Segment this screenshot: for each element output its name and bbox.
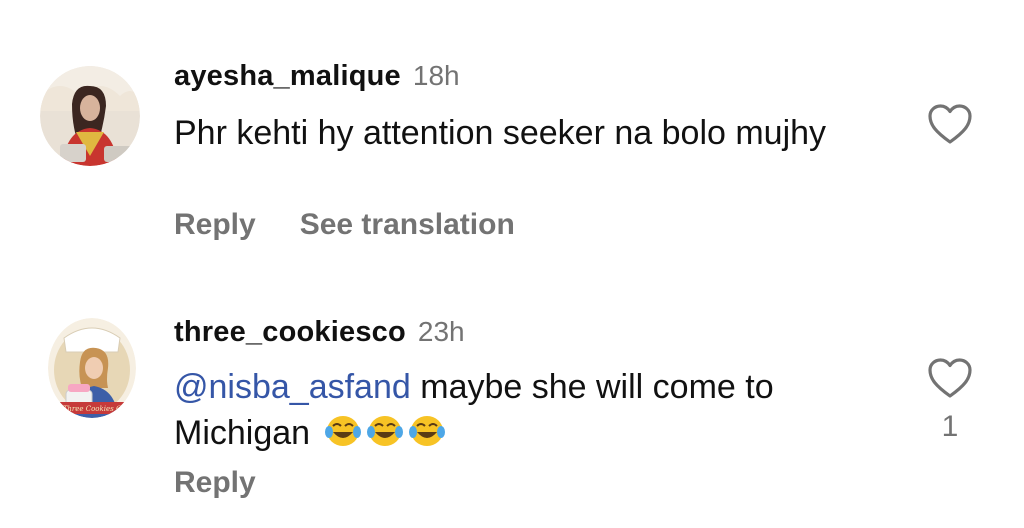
heart-outline-icon[interactable] xyxy=(926,356,974,400)
face-with-tears-of-joy-icon xyxy=(408,414,446,448)
heart-outline-icon[interactable] xyxy=(926,102,974,146)
timestamp: 18h xyxy=(412,60,460,91)
comment-header: ayesha_malique 18h xyxy=(174,60,460,93)
avatar-logo-text: Three Cookies C xyxy=(63,405,122,413)
username[interactable]: ayesha_malique xyxy=(174,60,401,93)
username[interactable]: three_cookiesco xyxy=(174,316,406,349)
comment-item: Three Cookies C three_cookiesco 23h @nis… xyxy=(0,270,1024,528)
comment-text: Phr kehti hy attention seeker na bolo mu… xyxy=(174,110,874,156)
comment-item: ayesha_malique 18h Phr kehti hy attentio… xyxy=(0,0,1024,270)
avatar-photo xyxy=(40,66,140,166)
comment-text: @nisba_asfand maybe she will come to Mic… xyxy=(174,364,874,456)
avatar-photo: Three Cookies C xyxy=(48,318,136,418)
face-with-tears-of-joy-icon xyxy=(366,414,404,448)
timestamp: 23h xyxy=(417,316,465,347)
comment-actions: Reply xyxy=(174,466,256,500)
mention-link[interactable]: @nisba_asfand xyxy=(174,368,411,406)
comment-actions: Reply See translation xyxy=(174,208,515,242)
avatar[interactable]: Three Cookies C xyxy=(48,318,136,418)
see-translation-button[interactable]: See translation xyxy=(300,208,515,242)
reply-button[interactable]: Reply xyxy=(174,208,256,242)
avatar[interactable] xyxy=(40,66,140,166)
reply-button[interactable]: Reply xyxy=(174,466,256,500)
comment-body: Phr kehti hy attention seeker na bolo mu… xyxy=(174,114,827,152)
like-count: 1 xyxy=(941,410,959,443)
face-with-tears-of-joy-icon xyxy=(324,414,362,448)
comment-header: three_cookiesco 23h xyxy=(174,316,465,349)
